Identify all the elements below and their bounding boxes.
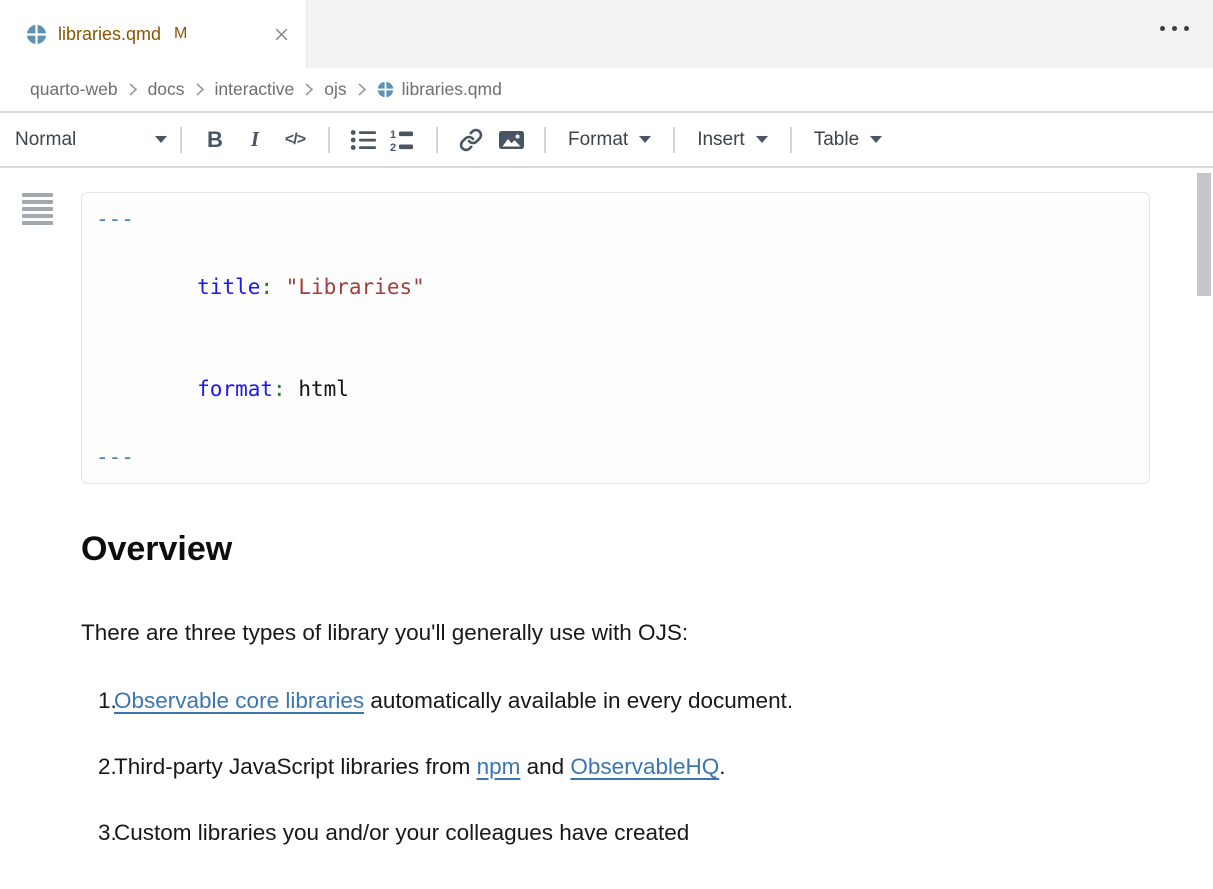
format-menu[interactable]: Format [568,129,651,151]
table-menu[interactable]: Table [814,129,882,151]
breadcrumb-item-ojs[interactable]: ojs [324,79,346,100]
code-button[interactable]: </> [280,123,310,157]
breadcrumb-item-file[interactable]: libraries.qmd [377,79,502,100]
chevron-right-icon [128,81,138,98]
yaml-delimiter: --- [96,445,134,469]
chevron-down-icon [756,136,768,143]
toolbar-separator [673,127,675,153]
breadcrumb-item-quarto-web[interactable]: quarto-web [30,79,118,100]
toolbar-separator [790,127,792,153]
yaml-value-title: "Libraries" [273,275,425,299]
yaml-delimiter: --- [96,207,134,231]
yaml-front-matter-block[interactable]: --- title: "Libraries" format: html --- [81,192,1150,484]
chevron-right-icon [357,81,367,98]
breadcrumb: quarto-web docs interactive ojs librarie… [0,68,1213,113]
formatting-toolbar: Normal B I </> 1 2 [0,113,1213,168]
format-menu-label: Format [568,129,628,151]
link-observable-core-libraries[interactable]: Observable core libraries [114,688,364,713]
tab-bar: libraries.qmd M [0,0,1213,68]
link-npm[interactable]: npm [477,754,521,779]
close-icon[interactable] [273,26,290,43]
yaml-line: title: "Libraries" [96,236,1135,338]
breadcrumb-item-docs[interactable]: docs [148,79,185,100]
outro-paragraph: In this document we'll provide a high-le… [81,880,1150,889]
chevron-right-icon [304,81,314,98]
yaml-colon: : [260,275,273,299]
table-menu-label: Table [814,129,859,151]
list-item-text: Observable core libraries automatically … [114,681,793,721]
chevron-down-icon [639,136,651,143]
list-item-text: Custom libraries you and/or your colleag… [114,813,689,853]
chevron-down-icon [870,136,882,143]
numbered-list-icon: 1 2 [390,128,416,152]
library-types-list: 1. Observable core libraries automatical… [81,681,1150,853]
breadcrumb-item-interactive[interactable]: interactive [215,79,295,100]
toolbar-separator [328,127,330,153]
yaml-line: --- [96,202,1135,236]
italic-button[interactable]: I [240,123,270,157]
yaml-line: format: html [96,338,1135,440]
link-observablehq[interactable]: ObservableHQ [570,754,719,779]
bullet-list-button[interactable] [348,123,378,157]
document-body[interactable]: Overview There are three types of librar… [81,531,1150,889]
modified-badge: M [174,25,187,43]
list-marker: 1. [81,681,114,721]
paragraph-style-value: Normal [15,129,76,151]
insert-menu[interactable]: Insert [697,129,768,151]
list-item: 3. Custom libraries you and/or your coll… [81,813,1150,853]
yaml-key-title: title [197,275,260,299]
list-item-text: Third-party JavaScript libraries from np… [114,747,726,787]
breadcrumb-file-label: libraries.qmd [402,79,502,100]
list-marker: 3. [81,813,114,853]
link-icon [459,128,483,152]
toolbar-separator [544,127,546,153]
paragraph-style-select[interactable]: Normal [15,129,167,151]
bold-button[interactable]: B [200,123,230,157]
quarto-file-icon [26,24,47,45]
chevron-right-icon [195,81,205,98]
yaml-colon: : [273,377,286,401]
bullet-list-icon [350,128,377,152]
yaml-value-format: html [286,377,349,401]
insert-menu-label: Insert [697,129,745,151]
tab-libraries-qmd[interactable]: libraries.qmd M [0,0,307,68]
toolbar-separator [436,127,438,153]
visual-editor-pane: --- title: "Libraries" format: html --- … [0,168,1213,887]
image-button[interactable] [496,123,526,157]
yaml-key-format: format [197,377,273,401]
vertical-scrollbar-thumb[interactable] [1197,173,1211,296]
chevron-down-icon [155,136,167,143]
list-marker: 2. [81,747,114,787]
link-button[interactable] [456,123,486,157]
toolbar-separator [180,127,182,153]
outro-line: In this document we'll provide a high-le… [81,880,1150,889]
tab-title: libraries.qmd [58,24,161,45]
numbered-list-button[interactable]: 1 2 [388,123,418,157]
svg-text:2: 2 [390,142,396,152]
list-item: 2. Third-party JavaScript libraries from… [81,747,1150,787]
list-item: 1. Observable core libraries automatical… [81,681,1150,721]
block-drag-handle-icon[interactable] [22,193,53,228]
image-icon [498,128,525,152]
quarto-file-icon [377,81,394,98]
intro-paragraph: There are three types of library you'll … [81,613,1150,653]
svg-text:1: 1 [390,129,396,141]
more-actions-icon[interactable] [1160,26,1189,31]
yaml-line: --- [96,440,1135,474]
heading-overview: Overview [81,531,1150,568]
